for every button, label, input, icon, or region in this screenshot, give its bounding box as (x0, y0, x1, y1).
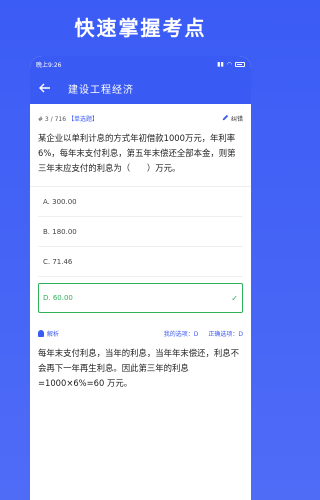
signal-icon: ▮▮ (217, 60, 224, 68)
answer-summary: 我的选项：D 正确选项：D (164, 329, 243, 338)
option-label: B. 180.00 (43, 228, 77, 236)
analysis-header: 解析 (38, 329, 59, 338)
question-meta: # 3 / 716 【单选题】 纠错 (30, 104, 251, 129)
options-list: A. 300.00 B. 180.00 C. 71.46 D. 60.00 ✓ (30, 187, 251, 313)
lightbulb-icon (38, 330, 44, 337)
option-label: A. 300.00 (43, 198, 77, 206)
my-answer: 我的选项：D (163, 331, 199, 338)
question-text: 某企业以单利计息的方式年初借款1000万元，年利率6%，每年末支付利息，第五年末… (38, 133, 236, 173)
edit-label: 纠错 (230, 116, 243, 123)
analysis-label: 解析 (47, 331, 60, 338)
answer-row: 解析 我的选项：D 正确选项：D (30, 313, 251, 342)
question-index: # 3 / 716 (38, 116, 67, 123)
edit-button[interactable]: 纠错 (222, 114, 243, 123)
promo-headline: 快速掌握考点 (74, 16, 207, 40)
status-icons: ▮▮ ◠ (217, 61, 245, 68)
question-type: 【单选题】 (67, 116, 98, 123)
pencil-icon (222, 114, 229, 123)
analysis-text: 每年末支付利息，当年的利息，当年年末偿还，利息不会再下一年再生利息。因此第三年的… (38, 348, 239, 388)
status-bar: 晚上9:26 ▮▮ ◠ (30, 56, 251, 72)
status-time: 晚上9:26 (36, 61, 62, 69)
wifi-icon: ◠ (226, 60, 232, 68)
option-d[interactable]: D. 60.00 ✓ (38, 283, 243, 313)
phone-screen: 晚上9:26 ▮▮ ◠ 建设工程经济 # 3 / 716 【单选题】 纠错 某企… (30, 56, 251, 500)
option-b[interactable]: B. 180.00 (38, 217, 243, 247)
back-arrow-icon[interactable] (38, 81, 52, 95)
battery-icon (235, 61, 245, 67)
page-title: 建设工程经济 (68, 84, 134, 96)
check-icon: ✓ (231, 293, 238, 303)
correct-answer: 正确选项：D (208, 331, 243, 338)
option-label: D. 60.00 (43, 294, 73, 302)
app-bar: 建设工程经济 (30, 72, 251, 104)
option-a[interactable]: A. 300.00 (38, 187, 243, 217)
option-label: C. 71.46 (43, 258, 73, 266)
option-c[interactable]: C. 71.46 (38, 247, 243, 277)
